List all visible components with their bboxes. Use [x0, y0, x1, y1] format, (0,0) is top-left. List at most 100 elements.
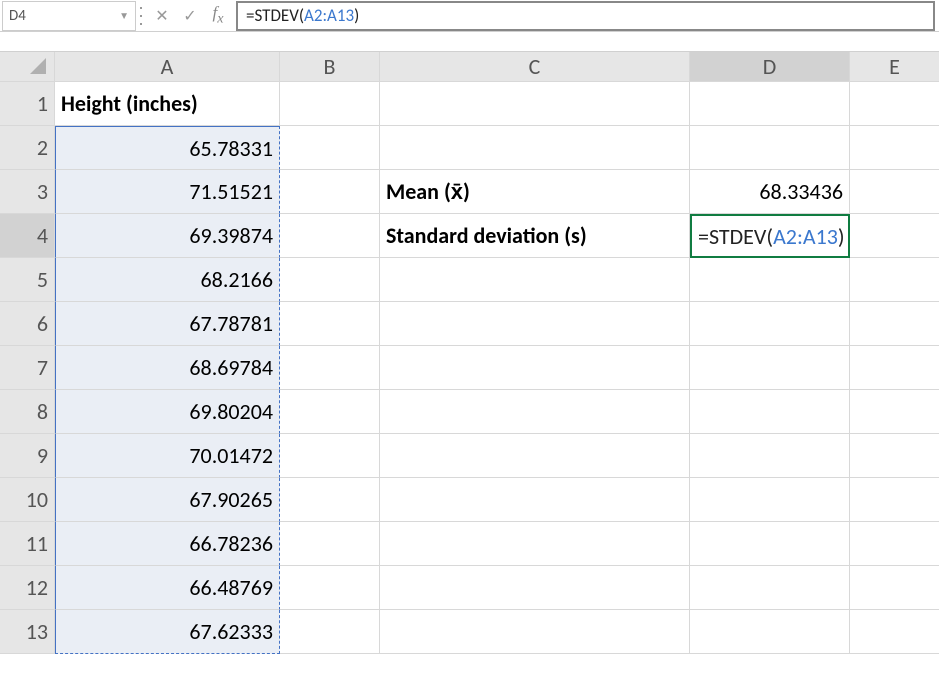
- row-header-9[interactable]: 9: [0, 434, 55, 478]
- cell-B13[interactable]: [280, 610, 380, 654]
- cell-D7[interactable]: [690, 346, 850, 390]
- cell-E13[interactable]: [850, 610, 939, 654]
- cell-D4-active[interactable]: =STDEV(A2:A13): [690, 214, 850, 258]
- row-header-11[interactable]: 11: [0, 522, 55, 566]
- col-header-A[interactable]: A: [55, 52, 280, 82]
- cell-D3[interactable]: 68.33436: [690, 170, 850, 214]
- cell-E1[interactable]: [850, 82, 939, 126]
- cell-E9[interactable]: [850, 434, 939, 478]
- cell-D1[interactable]: [690, 82, 850, 126]
- cell-A12[interactable]: 66.48769: [55, 566, 280, 610]
- row-header-13[interactable]: 13: [0, 610, 55, 654]
- row-header-6[interactable]: 6: [0, 302, 55, 346]
- d4-ref: A2:A13: [773, 223, 838, 250]
- col-header-E[interactable]: E: [850, 52, 939, 82]
- cell-C3[interactable]: Mean (x̄): [380, 170, 690, 214]
- cell-D2[interactable]: [690, 126, 850, 170]
- cell-C10[interactable]: [380, 478, 690, 522]
- cell-A8[interactable]: 69.80204: [55, 390, 280, 434]
- row-header-4[interactable]: 4: [0, 214, 55, 258]
- cell-E5[interactable]: [850, 258, 939, 302]
- cell-D8[interactable]: [690, 390, 850, 434]
- formula-input[interactable]: =STDEV(A2:A13): [236, 1, 935, 31]
- cell-C9[interactable]: [380, 434, 690, 478]
- d4-suffix: ): [838, 223, 845, 250]
- divider: [136, 0, 148, 31]
- cell-C7[interactable]: [380, 346, 690, 390]
- cell-D6[interactable]: [690, 302, 850, 346]
- cell-D5[interactable]: [690, 258, 850, 302]
- cell-B12[interactable]: [280, 566, 380, 610]
- cell-A10[interactable]: 67.90265: [55, 478, 280, 522]
- cell-C5[interactable]: [380, 258, 690, 302]
- formula-ref: A2:A13: [304, 5, 354, 26]
- cell-C4[interactable]: Standard deviation (s): [380, 214, 690, 258]
- row-header-8[interactable]: 8: [0, 390, 55, 434]
- cell-A6[interactable]: 67.78781: [55, 302, 280, 346]
- cell-B5[interactable]: [280, 258, 380, 302]
- cell-E11[interactable]: [850, 522, 939, 566]
- row-header-3[interactable]: 3: [0, 170, 55, 214]
- cell-E4[interactable]: [850, 214, 939, 258]
- cell-A9[interactable]: 70.01472: [55, 434, 280, 478]
- cell-C12[interactable]: [380, 566, 690, 610]
- fx-button[interactable]: fx: [204, 1, 232, 31]
- row-header-12[interactable]: 12: [0, 566, 55, 610]
- select-all-corner[interactable]: [0, 52, 55, 82]
- cell-B6[interactable]: [280, 302, 380, 346]
- cell-C13[interactable]: [380, 610, 690, 654]
- d4-prefix: =STDEV(: [698, 223, 773, 250]
- cell-A1[interactable]: Height (inches): [55, 82, 280, 126]
- cancel-button[interactable]: ✕: [148, 1, 176, 31]
- cell-E3[interactable]: [850, 170, 939, 214]
- cell-E6[interactable]: [850, 302, 939, 346]
- cell-A2[interactable]: 65.78331: [55, 126, 280, 170]
- cell-E10[interactable]: [850, 478, 939, 522]
- cell-C6[interactable]: [380, 302, 690, 346]
- name-box[interactable]: D4 ▼: [2, 1, 136, 31]
- cell-A13[interactable]: 67.62333: [55, 610, 280, 654]
- cell-C11[interactable]: [380, 522, 690, 566]
- cell-D9[interactable]: [690, 434, 850, 478]
- col-header-C[interactable]: C: [380, 52, 690, 82]
- chevron-down-icon[interactable]: ▼: [119, 9, 129, 22]
- col-header-B[interactable]: B: [280, 52, 380, 82]
- cell-C8[interactable]: [380, 390, 690, 434]
- row-header-7[interactable]: 7: [0, 346, 55, 390]
- col-header-D[interactable]: D: [690, 52, 850, 82]
- cell-B7[interactable]: [280, 346, 380, 390]
- cell-B10[interactable]: [280, 478, 380, 522]
- cell-C1[interactable]: [380, 82, 690, 126]
- cell-A11[interactable]: 66.78236: [55, 522, 280, 566]
- spreadsheet-grid[interactable]: A B C D E 1 Height (inches) 2 65.78331 3…: [0, 52, 939, 654]
- cell-B9[interactable]: [280, 434, 380, 478]
- cell-D10[interactable]: [690, 478, 850, 522]
- row-header-10[interactable]: 10: [0, 478, 55, 522]
- cell-B11[interactable]: [280, 522, 380, 566]
- cell-B1[interactable]: [280, 82, 380, 126]
- spacer: [0, 32, 939, 52]
- cell-E2[interactable]: [850, 126, 939, 170]
- cell-C2[interactable]: [380, 126, 690, 170]
- row-header-1[interactable]: 1: [0, 82, 55, 126]
- cell-B2[interactable]: [280, 126, 380, 170]
- cell-A3[interactable]: 71.51521: [55, 170, 280, 214]
- formula-suffix: ): [354, 5, 359, 26]
- cell-B8[interactable]: [280, 390, 380, 434]
- cell-D13[interactable]: [690, 610, 850, 654]
- enter-button[interactable]: ✓: [176, 1, 204, 31]
- cell-B3[interactable]: [280, 170, 380, 214]
- row-header-5[interactable]: 5: [0, 258, 55, 302]
- x-icon: ✕: [155, 6, 168, 26]
- cell-E12[interactable]: [850, 566, 939, 610]
- cell-A5[interactable]: 68.2166: [55, 258, 280, 302]
- cell-A7[interactable]: 68.69784: [55, 346, 280, 390]
- name-box-value: D4: [9, 7, 26, 25]
- cell-B4[interactable]: [280, 214, 380, 258]
- cell-D12[interactable]: [690, 566, 850, 610]
- cell-E7[interactable]: [850, 346, 939, 390]
- cell-D11[interactable]: [690, 522, 850, 566]
- cell-A4[interactable]: 69.39874: [55, 214, 280, 258]
- row-header-2[interactable]: 2: [0, 126, 55, 170]
- cell-E8[interactable]: [850, 390, 939, 434]
